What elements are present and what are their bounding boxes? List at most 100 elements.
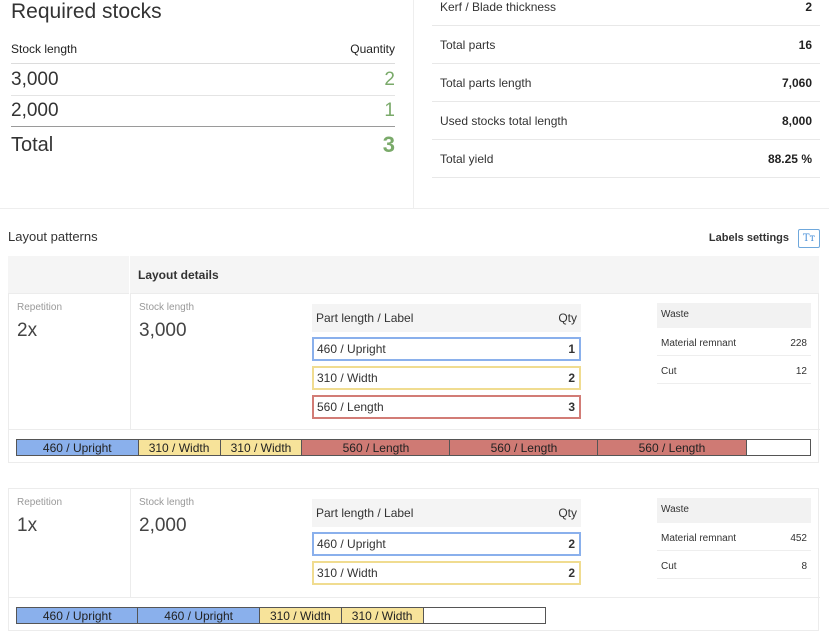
total-label: Total (11, 133, 54, 156)
col-stock-length: Stock length (11, 41, 78, 56)
bar-part-segment: 460 / Upright (17, 440, 139, 455)
bar-part-segment: 460 / Upright (138, 608, 260, 623)
repetition-label: Repetition (17, 497, 63, 508)
bar-waste-segment (746, 440, 810, 455)
total-qty: 3 (382, 132, 395, 157)
bar-part-segment: 460 / Upright (17, 608, 139, 623)
stock-qty-value: 2 (384, 69, 395, 90)
part-label: 310 / Width (317, 371, 378, 385)
stock-length-label: Stock length (139, 302, 195, 313)
parts-table: Part length / Label Qty 460 / Upright 2 … (312, 499, 581, 585)
stat-label: Kerf / Blade thickness (440, 0, 557, 14)
waste-header: Waste (657, 303, 811, 328)
parts-table-header: Part length / Label Qty (312, 304, 581, 332)
waste-row: Cut 12 (657, 360, 811, 384)
text-format-icon[interactable]: Tт (798, 229, 820, 248)
stat-value: 88.25 % (767, 151, 812, 166)
waste-row: Material remnant 228 (657, 332, 811, 356)
stat-value: 8,000 (781, 113, 812, 128)
stock-length-label: Stock length (139, 497, 195, 508)
column-divider (129, 256, 130, 294)
waste-label: Cut (661, 561, 677, 572)
bar-part-segment: 310 / Width (259, 608, 342, 623)
bar-part-segment: 310 / Width (341, 608, 424, 623)
required-stock-row: 2,000 1 (11, 96, 395, 127)
layout-pattern: Repetition 1x Stock length 2,000 Part le… (8, 488, 820, 632)
waste-label: Material remnant (661, 338, 737, 349)
bar-part-segment: 560 / Length (302, 440, 451, 455)
stat-value: 2 (805, 0, 812, 14)
part-qty: 2 (568, 537, 575, 551)
part-label: 460 / Upright (317, 537, 386, 551)
part-qty: 1 (568, 342, 575, 356)
stock-length-value: 2,000 (11, 100, 59, 121)
required-stocks-title: Required stocks (11, 0, 162, 23)
cutting-bar: 460 / Upright 460 / Upright 310 / Width 310… (16, 607, 546, 624)
stat-value: 16 (798, 37, 812, 52)
qty-header: Qty (558, 506, 577, 520)
parts-table: Part length / Label Qty 460 / Upright 1 … (312, 304, 581, 419)
bar-part-segment: 560 / Length (450, 440, 599, 455)
waste-value: 12 (795, 366, 807, 377)
part-length-label-header: Part length / Label (316, 311, 414, 325)
layout-details-header: Layout details (8, 256, 819, 294)
stock-length-value: 2,000 (139, 515, 187, 536)
part-row: 560 / Length 3 (312, 395, 581, 419)
section-divider (0, 208, 829, 209)
stat-kerf: Kerf / Blade thickness 2 (432, 0, 820, 26)
bar-part-segment: 560 / Length (598, 440, 747, 455)
waste-label: Material remnant (661, 533, 737, 544)
stat-label: Used stocks total length (440, 113, 568, 128)
part-qty: 2 (568, 566, 575, 580)
part-row: 310 / Width 2 (312, 561, 581, 585)
summary-stats: Kerf / Blade thickness 2 Total parts 16 … (432, 0, 820, 178)
required-stocks-total: Total 3 (11, 128, 395, 162)
layout-patterns-title: Layout patterns (8, 229, 98, 244)
layout-pattern: Repetition 2x Stock length 3,000 Part le… (8, 294, 820, 463)
stock-length-value: 3,000 (11, 69, 59, 90)
cutting-bar-area: 460 / Upright 310 / Width 310 / Width 560 /… (9, 429, 820, 463)
stat-total-parts-length: Total parts length 7,060 (432, 64, 820, 102)
qty-header: Qty (558, 311, 577, 325)
cutting-bar: 460 / Upright 310 / Width 310 / Width 560 /… (16, 439, 811, 456)
part-row: 460 / Upright 1 (312, 337, 581, 361)
waste-value: 228 (790, 338, 807, 349)
part-qty: 2 (568, 371, 575, 385)
repetition-column (9, 294, 131, 429)
stat-total-yield: Total yield 88.25 % (432, 140, 820, 178)
part-label: 560 / Length (317, 400, 384, 414)
parts-table-header: Part length / Label Qty (312, 499, 581, 527)
waste-label: Cut (661, 366, 677, 377)
part-row: 310 / Width 2 (312, 366, 581, 390)
repetition-label: Repetition (17, 302, 63, 313)
cutting-bar-area: 460 / Upright 460 / Upright 310 / Width 310… (9, 597, 820, 632)
stat-label: Total parts (440, 37, 496, 52)
stock-qty-value: 1 (384, 100, 395, 121)
waste-value: 8 (801, 561, 807, 572)
stat-label: Total yield (440, 151, 494, 166)
waste-table: Waste Material remnant 228 Cut 12 (657, 303, 811, 384)
waste-row: Cut 8 (657, 555, 811, 579)
waste-header: Waste (657, 498, 811, 523)
repetition-value: 2x (17, 320, 38, 341)
required-stock-row: 3,000 2 (11, 65, 395, 96)
stat-value: 7,060 (781, 75, 812, 90)
repetition-value: 1x (17, 515, 38, 536)
part-qty: 3 (568, 400, 575, 414)
waste-row: Material remnant 452 (657, 527, 811, 551)
bar-part-segment: 310 / Width (138, 440, 221, 455)
labels-settings-link[interactable]: Labels settings (709, 232, 789, 244)
layout-details-title: Layout details (138, 268, 219, 282)
required-stocks-header: Stock length Quantity (11, 34, 395, 64)
stat-label: Total parts length (440, 75, 532, 90)
col-quantity: Quantity (350, 41, 395, 56)
waste-value: 452 (790, 533, 807, 544)
part-row: 460 / Upright 2 (312, 532, 581, 556)
required-stocks-panel: Required stocks Stock length Quantity 3,… (0, 0, 414, 208)
part-label: 310 / Width (317, 566, 378, 580)
part-label: 460 / Upright (317, 342, 386, 356)
bar-waste-segment (423, 608, 545, 623)
stock-length-value: 3,000 (139, 320, 187, 341)
bar-part-segment: 310 / Width (220, 440, 303, 455)
stat-used-stocks-length: Used stocks total length 8,000 (432, 102, 820, 140)
